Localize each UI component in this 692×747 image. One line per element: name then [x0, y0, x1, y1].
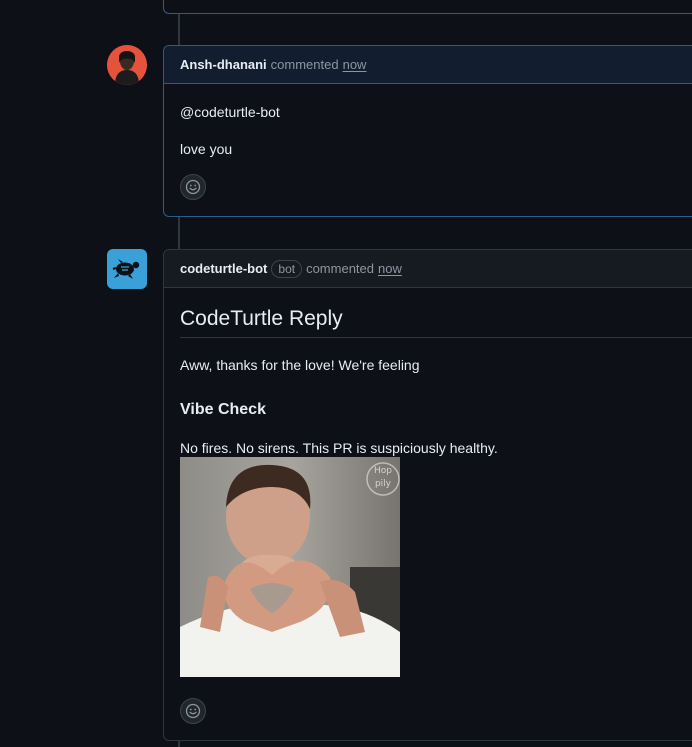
reply-intro: Aww, thanks for the love! We're feeling — [180, 357, 420, 373]
comment-action: commented — [270, 57, 339, 72]
comment-header: codeturtle-bot bot commented now — [164, 250, 692, 288]
comment-author-link[interactable]: Ansh-dhanani — [180, 57, 267, 72]
comment-timestamp-link[interactable]: now — [343, 57, 367, 72]
user-avatar[interactable] — [107, 45, 147, 85]
smiley-icon — [185, 703, 201, 719]
comment-card: codeturtle-bot bot commented now CodeTur… — [163, 249, 692, 741]
comment-header: Ansh-dhanani commented now — [164, 46, 692, 84]
comment-line: @codeturtle-bot — [180, 104, 280, 120]
svg-text:Hop: Hop — [374, 466, 392, 476]
vibe-check-heading: Vibe Check — [180, 401, 266, 418]
comment-author-link[interactable]: codeturtle-bot — [180, 261, 267, 276]
svg-text:pily: pily — [375, 479, 392, 489]
heart-hands-gif-image: Hop pily — [180, 457, 400, 677]
turtle-icon — [112, 259, 140, 279]
comment-line: love you — [180, 141, 233, 157]
previous-comment-card — [163, 0, 692, 14]
bot-badge: bot — [271, 259, 303, 278]
add-reaction-button[interactable] — [180, 698, 206, 724]
vibe-check-text: No fires. No sirens. This PR is suspicio… — [180, 440, 498, 456]
add-reaction-button[interactable] — [180, 174, 206, 200]
reaction-gif[interactable]: Hop pily — [180, 457, 400, 677]
comment-action: commented — [306, 261, 374, 276]
user-avatar-icon — [107, 45, 147, 85]
bot-avatar[interactable] — [107, 249, 147, 289]
comment-card: Ansh-dhanani commented now @codeturtle-b… — [163, 45, 692, 217]
reply-heading: CodeTurtle Reply — [180, 307, 692, 338]
smiley-icon — [185, 179, 201, 195]
comment-timestamp-link[interactable]: now — [378, 261, 402, 276]
